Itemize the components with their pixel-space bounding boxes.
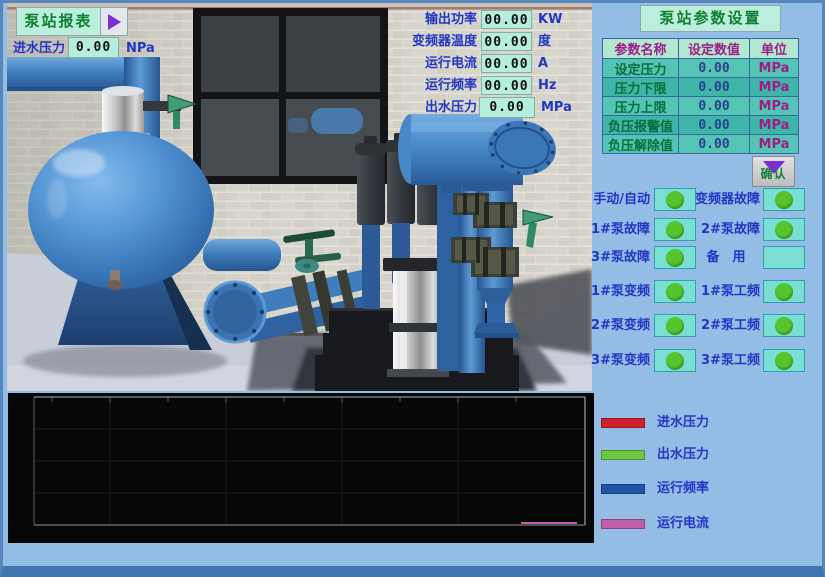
readout-unit-frequency: Hz [538, 78, 556, 94]
lamp-spare-empty [763, 246, 805, 269]
lamp-pump2-fault [763, 218, 805, 241]
readout-label-vfd-temp: 变频器温度 [403, 34, 477, 50]
readout-unit-power: KW [538, 12, 562, 28]
legend-swatch-running-current [601, 519, 645, 529]
readout-value-vfd-temp: 00.00 [481, 32, 532, 51]
lamp-circle [666, 221, 684, 239]
confirm-button-label: 确认 [760, 165, 786, 182]
status-label-pump1-mains: 1#泵工频 [692, 284, 760, 300]
lamp-manual-auto[interactable] [654, 188, 696, 211]
lamp-pump2-vfd [654, 314, 696, 337]
col-header-name: 参数名称 [603, 39, 678, 58]
status-label-spare: 备 用 [692, 250, 760, 266]
inlet-pressure-label: 进水压力 [13, 41, 65, 57]
hmi-pump-station-screen: 泵站报表 进水压力 0.00 NPa 输出功率 00.00 KW 变频器温度 0… [0, 0, 825, 577]
lamp-pump3-fault [654, 246, 696, 269]
readout-unit-current: A [538, 56, 548, 72]
outlet-pressure-value: 0.00 [479, 97, 535, 118]
status-label-pump1-fault: 1#泵故障 [584, 222, 650, 238]
lamp-pump1-mains [763, 280, 805, 303]
axis-ticks [52, 397, 516, 403]
report-button[interactable]: 泵站报表 [16, 7, 128, 36]
confirm-button[interactable]: 确认 [752, 156, 795, 187]
settings-title: 泵站参数设置 [640, 5, 781, 32]
param-name: 负压报警值 [603, 116, 678, 134]
lamp-pump2-mains [763, 314, 805, 337]
settings-table: 参数名称 设定数值 单位 设定压力 0.00 MPa 压力下限 0.00 MPa… [602, 38, 799, 154]
param-value[interactable]: 0.00 [679, 78, 749, 96]
lamp-circle [775, 221, 793, 239]
param-value[interactable]: 0.00 [679, 116, 749, 134]
param-unit: MPa [750, 135, 798, 153]
param-value[interactable]: 0.00 [679, 59, 749, 77]
param-value[interactable]: 0.00 [679, 135, 749, 153]
lamp-vfd-fault [763, 188, 805, 211]
param-unit: MPa [750, 78, 798, 96]
status-label-pump1-vfd: 1#泵变频 [584, 284, 650, 300]
report-arrow-box [100, 8, 127, 35]
lamp-circle [666, 352, 684, 370]
lamp-circle [775, 191, 793, 209]
lamp-circle [666, 317, 684, 335]
legend-label-inlet-pressure: 进水压力 [657, 415, 709, 431]
trend-chart-plot [8, 393, 594, 543]
status-label-pump2-vfd: 2#泵变频 [584, 318, 650, 334]
lamp-circle [666, 249, 684, 267]
lamp-pump1-fault [654, 218, 696, 241]
readout-label-current: 运行电流 [403, 56, 477, 72]
status-label-pump2-mains: 2#泵工频 [692, 318, 760, 334]
legend-label-running-frequency: 运行频率 [657, 481, 709, 497]
param-name: 压力上限 [603, 97, 678, 115]
col-header-setvalue: 设定数值 [679, 39, 749, 58]
lamp-pump3-vfd [654, 349, 696, 372]
pressure-tank [28, 131, 214, 290]
flanged-end-cap [204, 281, 266, 343]
param-unit: MPa [750, 97, 798, 115]
lamp-circle [775, 283, 793, 301]
status-label-pump3-vfd: 3#泵变频 [584, 353, 650, 369]
param-unit: MPa [750, 59, 798, 77]
col-header-unit: 单位 [750, 39, 798, 58]
readout-value-frequency: 00.00 [481, 76, 532, 95]
inlet-pressure-unit: NPa [126, 41, 155, 57]
legend-swatch-inlet-pressure [601, 418, 645, 428]
legend-swatch-outlet-pressure [601, 450, 645, 460]
status-label-pump3-fault: 3#泵故障 [584, 250, 650, 266]
readout-label-frequency: 运行频率 [403, 78, 477, 94]
trend-chart [8, 393, 594, 543]
legend-label-outlet-pressure: 出水压力 [657, 447, 709, 463]
readout-value-power: 00.00 [481, 10, 532, 29]
lamp-circle [775, 352, 793, 370]
play-icon [108, 14, 121, 30]
param-name: 负压解除值 [603, 135, 678, 153]
status-label-pump3-mains: 3#泵工频 [692, 353, 760, 369]
lamp-pump1-vfd [654, 280, 696, 303]
param-name: 压力下限 [603, 78, 678, 96]
param-value[interactable]: 0.00 [679, 97, 749, 115]
readout-label-power: 输出功率 [403, 12, 477, 28]
lamp-pump3-mains [763, 349, 805, 372]
param-name: 设定压力 [603, 59, 678, 77]
window-reflection [311, 108, 363, 134]
readout-value-current: 00.00 [481, 54, 532, 73]
param-unit: MPa [750, 116, 798, 134]
lamp-circle [666, 191, 684, 209]
outlet-pressure-unit: MPa [541, 100, 572, 116]
status-label-vfd-fault: 变频器故障 [692, 192, 760, 208]
outlet-pressure-label: 出水压力 [403, 100, 477, 116]
legend-swatch-running-frequency [601, 484, 645, 494]
readout-unit-vfd-temp: 度 [538, 34, 551, 50]
status-label-manual-auto: 手动/自动 [584, 192, 650, 208]
lamp-circle [666, 283, 684, 301]
lamp-circle [775, 317, 793, 335]
report-button-label: 泵站报表 [17, 8, 100, 35]
legend-label-running-current: 运行电流 [657, 516, 709, 532]
status-label-pump2-fault: 2#泵故障 [692, 222, 760, 238]
inlet-pressure-value: 0.00 [68, 37, 119, 58]
